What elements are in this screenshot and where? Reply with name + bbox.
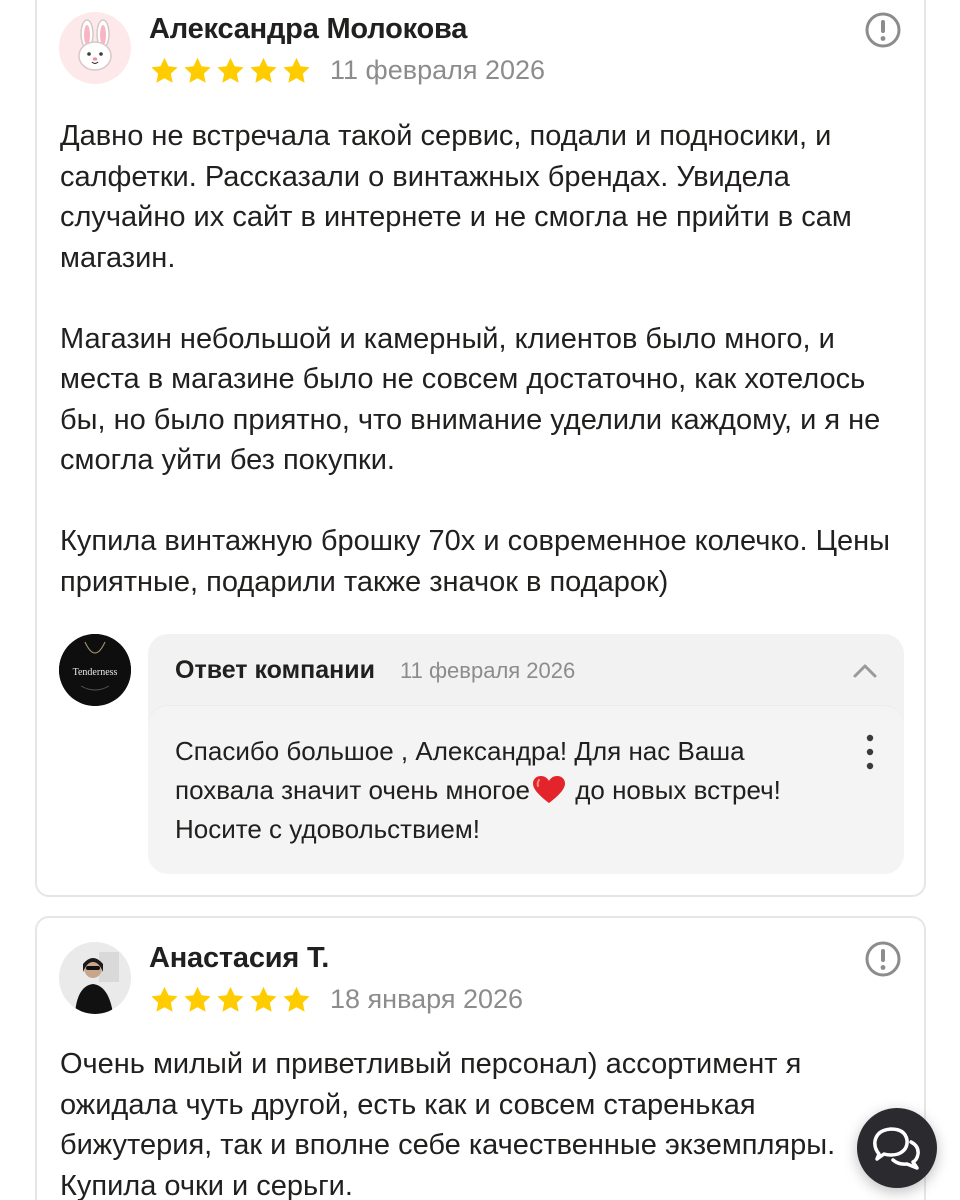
reviews-page: Александра Молокова 11 февраля 2026 Давн… xyxy=(0,0,960,1200)
company-reply-title: Ответ компании xyxy=(175,656,375,684)
company-avatar-label: Tenderness xyxy=(73,667,118,678)
company-avatar[interactable]: Tenderness xyxy=(59,634,131,706)
author-name[interactable]: Александра Молокова xyxy=(149,13,467,46)
review-card: Александра Молокова 11 февраля 2026 Давн… xyxy=(35,0,926,897)
review-paragraph: Магазин небольшой и камерный, клиентов б… xyxy=(60,322,881,477)
star-icon xyxy=(283,986,310,1012)
chat-bubbles-icon xyxy=(873,1127,920,1170)
rating-row: 11 февраля 2026 xyxy=(149,55,545,86)
star-icon xyxy=(151,986,178,1012)
star-rating xyxy=(149,985,312,1015)
chat-button[interactable] xyxy=(857,1108,937,1188)
star-icon xyxy=(250,986,277,1012)
review-paragraph: Давно не встречала такой сервис, подали … xyxy=(60,120,852,274)
user-photo-avatar[interactable] xyxy=(59,942,131,1014)
star-icon xyxy=(217,986,244,1012)
company-reply-body: Спасибо большое , Александра! Для нас Ва… xyxy=(148,706,904,874)
company-reply-date: 11 февраля 2026 xyxy=(400,658,576,683)
review-card: Анастасия Т. 18 января 2026 Очень милый … xyxy=(35,916,926,1200)
chevron-up-icon[interactable] xyxy=(850,656,880,686)
exclamation-circle-icon[interactable] xyxy=(864,11,902,49)
review-date: 18 января 2026 xyxy=(330,984,524,1014)
review-date: 11 февраля 2026 xyxy=(330,55,546,85)
rating-row: 18 января 2026 xyxy=(149,984,523,1015)
star-icon xyxy=(151,57,178,83)
star-rating xyxy=(149,56,312,86)
company-reply-header[interactable]: Ответ компании 11 февраля 2026 xyxy=(148,634,904,706)
more-vertical-icon[interactable] xyxy=(858,732,882,772)
company-reply: Ответ компании 11 февраля 2026 Спасибо б… xyxy=(148,634,904,874)
company-reply-text: Спасибо большое , Александра! Для нас Ва… xyxy=(175,732,835,849)
star-icon xyxy=(283,57,310,83)
star-icon xyxy=(184,57,211,83)
rabbit-face-icon[interactable] xyxy=(59,12,131,84)
review-paragraph: Очень милый и приветливый персонал) ассо… xyxy=(60,1048,836,1200)
star-icon xyxy=(217,57,244,83)
star-icon xyxy=(184,986,211,1012)
exclamation-circle-icon[interactable] xyxy=(864,940,902,978)
review-text: Очень милый и приветливый персонал) ассо… xyxy=(60,1044,910,1200)
red-heart-icon xyxy=(533,776,565,803)
author-name[interactable]: Анастасия Т. xyxy=(149,942,329,975)
review-text: Давно не встречала такой сервис, подали … xyxy=(60,116,910,602)
review-paragraph: Купила винтажную брошку 70х и современно… xyxy=(60,525,891,598)
star-icon xyxy=(250,57,277,83)
